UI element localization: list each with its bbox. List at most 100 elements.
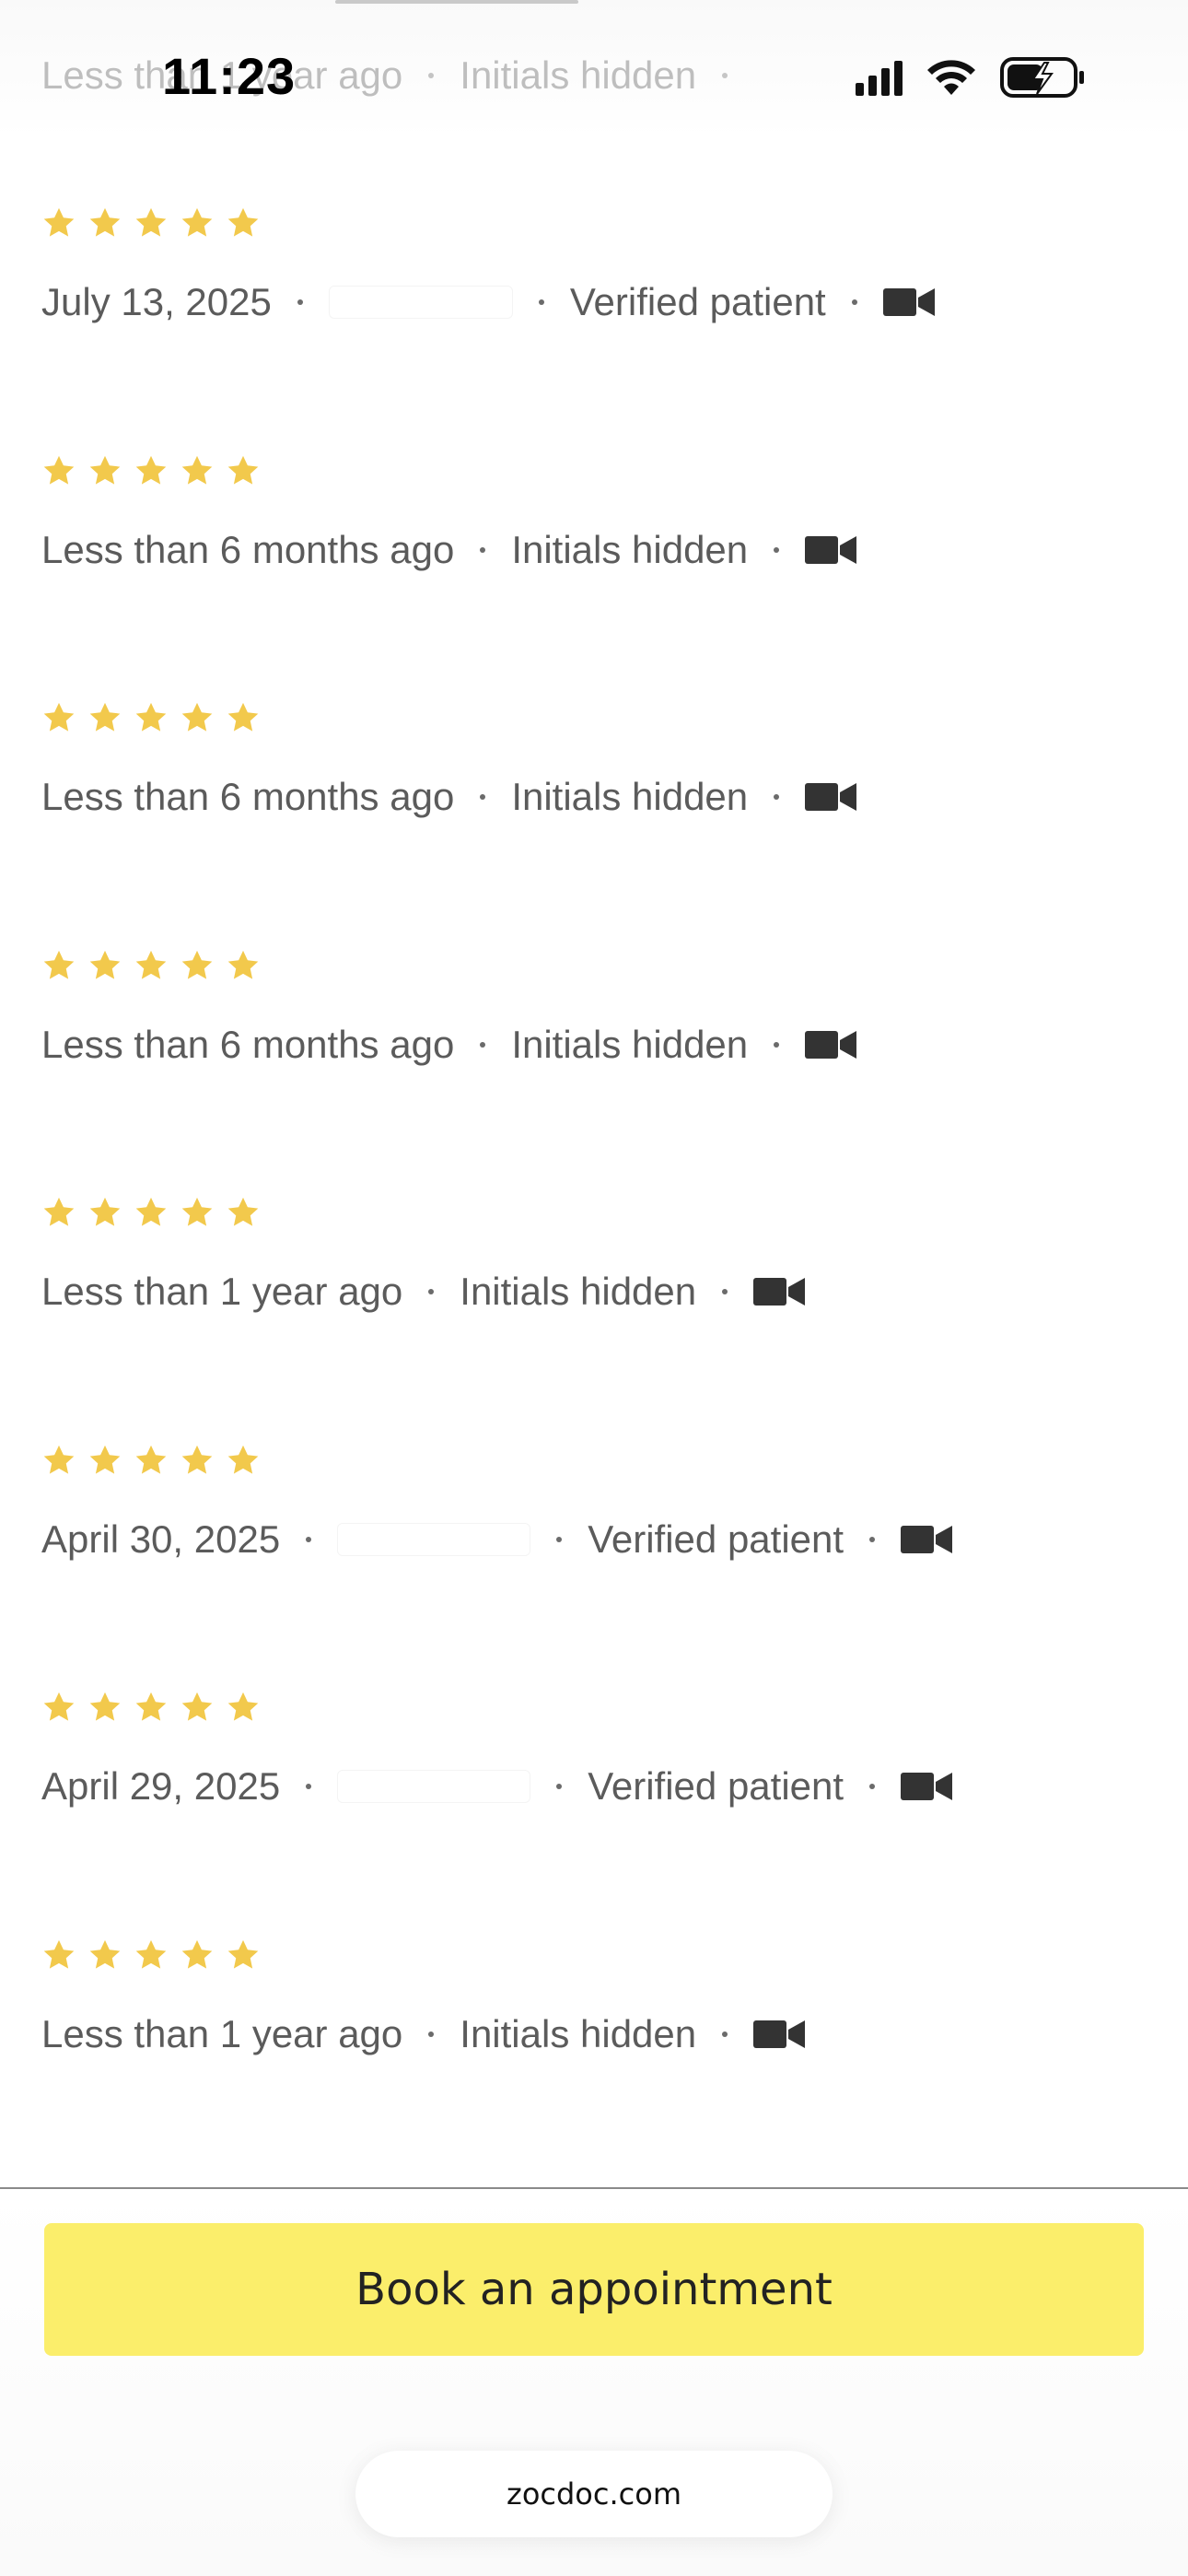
separator-dot xyxy=(869,1784,876,1789)
star-icon xyxy=(87,948,122,983)
star-icon xyxy=(226,1938,261,1973)
review-item: Less than 6 months ago Initials hidden xyxy=(0,699,1188,947)
star-icon xyxy=(41,1690,76,1725)
star-icon xyxy=(226,948,261,983)
review-date: Less than 6 months ago xyxy=(41,775,455,818)
review-meta: April 29, 2025 Verified patient xyxy=(41,1764,1188,1809)
separator-dot xyxy=(480,794,486,800)
review-item: Less than 1 year ago Initials hidden xyxy=(0,1937,1188,2184)
separator-dot xyxy=(722,1289,728,1294)
star-icon xyxy=(41,700,76,735)
review-meta: Less than 6 months ago Initials hidden xyxy=(41,1023,1188,1067)
review-date: April 29, 2025 xyxy=(41,1764,281,1808)
star-icon xyxy=(180,1195,215,1230)
star-icon xyxy=(41,1938,76,1973)
review-author: Initials hidden xyxy=(460,53,697,97)
star-icon xyxy=(87,1938,122,1973)
video-visit-icon xyxy=(805,781,857,813)
browser-url-text: zocdoc.com xyxy=(507,2476,681,2512)
star-icon xyxy=(41,1195,76,1230)
review-date: Less than 6 months ago xyxy=(41,527,455,571)
review-date: Less than 6 months ago xyxy=(41,1022,455,1066)
star-icon xyxy=(226,700,261,735)
star-icon xyxy=(87,1690,122,1725)
star-icon xyxy=(134,1443,169,1478)
star-rating xyxy=(41,1937,1188,1973)
bottom-divider xyxy=(0,2187,1188,2189)
separator-dot xyxy=(480,546,486,553)
reviews-page: Less than 1 year ago Initials hidden 11:… xyxy=(0,0,1188,2576)
review-item: Less than 6 months ago Initials hidden xyxy=(0,452,1188,700)
separator-dot xyxy=(428,2031,435,2037)
star-icon xyxy=(87,205,122,240)
separator-dot xyxy=(851,299,857,305)
redacted-author-name xyxy=(328,286,513,319)
star-rating xyxy=(41,1442,1188,1479)
star-icon xyxy=(180,1443,215,1478)
star-icon xyxy=(226,205,261,240)
verified-patient-label: Verified patient xyxy=(569,280,826,323)
video-visit-icon xyxy=(901,1771,953,1802)
separator-dot xyxy=(722,73,728,78)
review-item: July 13, 2025 Verified patient xyxy=(0,205,1188,452)
review-date: July 13, 2025 xyxy=(41,280,272,323)
redacted-author-name xyxy=(337,1770,531,1803)
star-icon xyxy=(180,453,215,488)
review-meta: Less than 6 months ago Initials hidden xyxy=(41,528,1188,572)
star-icon xyxy=(180,1938,215,1973)
star-icon xyxy=(226,1690,261,1725)
star-icon xyxy=(87,1195,122,1230)
review-author: Initials hidden xyxy=(511,527,749,571)
review-meta: July 13, 2025 Verified patient xyxy=(41,280,1188,324)
separator-dot xyxy=(774,794,780,800)
status-bar-icons xyxy=(856,57,1085,98)
separator-dot xyxy=(774,546,780,553)
star-icon xyxy=(87,700,122,735)
star-icon xyxy=(226,1443,261,1478)
star-rating xyxy=(41,947,1188,984)
verified-patient-label: Verified patient xyxy=(588,1764,844,1808)
star-icon xyxy=(41,205,76,240)
star-icon xyxy=(41,453,76,488)
star-rating xyxy=(41,699,1188,736)
review-date: Less than 1 year ago xyxy=(41,2011,403,2055)
review-author: Initials hidden xyxy=(460,2011,697,2055)
star-icon xyxy=(134,1938,169,1973)
star-rating xyxy=(41,1194,1188,1231)
review-meta: April 30, 2025 Verified patient xyxy=(41,1517,1188,1562)
star-icon xyxy=(226,453,261,488)
separator-dot xyxy=(722,2031,728,2037)
video-visit-icon xyxy=(753,1276,806,1307)
separator-dot xyxy=(306,1536,312,1542)
separator-dot xyxy=(538,299,544,305)
video-visit-icon xyxy=(882,287,935,318)
status-bar-time: 11:23 xyxy=(162,47,297,105)
separator-dot xyxy=(774,1041,780,1048)
separator-dot xyxy=(556,1536,563,1542)
review-list: July 13, 2025 Verified patient Less than 6… xyxy=(0,205,1188,2184)
review-meta: Less than 6 months ago Initials hidden xyxy=(41,775,1188,819)
verified-patient-label: Verified patient xyxy=(588,1516,844,1561)
star-icon xyxy=(134,1690,169,1725)
star-icon xyxy=(87,453,122,488)
star-rating xyxy=(41,1689,1188,1726)
review-author: Initials hidden xyxy=(511,775,749,818)
separator-dot xyxy=(428,1289,435,1294)
star-icon xyxy=(41,1443,76,1478)
star-icon xyxy=(134,700,169,735)
browser-url-bar[interactable]: zocdoc.com xyxy=(355,2451,833,2537)
star-icon xyxy=(180,205,215,240)
review-item: Less than 1 year ago Initials hidden xyxy=(0,1194,1188,1442)
star-rating xyxy=(41,452,1188,489)
review-meta: Less than 1 year ago Initials hidden xyxy=(41,1270,1188,1314)
star-icon xyxy=(134,1195,169,1230)
star-icon xyxy=(180,1690,215,1725)
review-item: April 29, 2025 Verified patient xyxy=(0,1689,1188,1937)
review-date: Less than 1 year ago xyxy=(41,1270,403,1313)
video-visit-icon xyxy=(901,1524,953,1555)
book-appointment-button[interactable]: Book an appointment xyxy=(44,2223,1144,2356)
star-icon xyxy=(226,1195,261,1230)
star-rating xyxy=(41,205,1188,241)
separator-dot xyxy=(428,73,435,78)
star-icon xyxy=(180,948,215,983)
